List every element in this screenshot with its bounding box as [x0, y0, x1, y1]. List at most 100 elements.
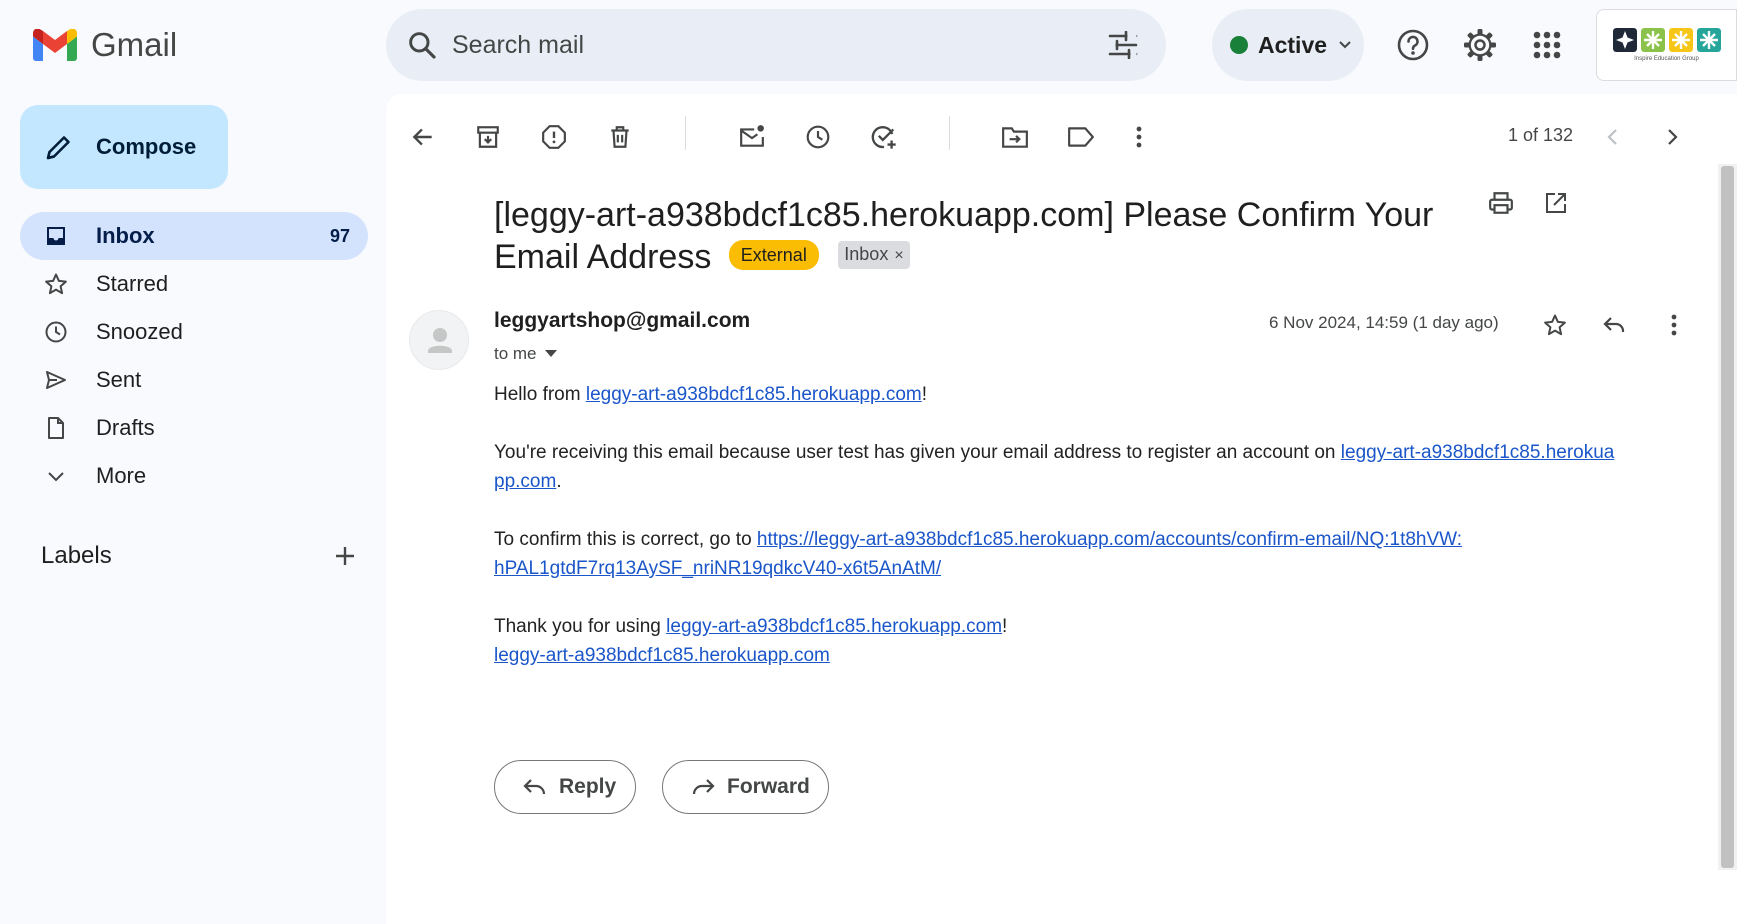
sidebar-item-sent[interactable]: Sent [20, 356, 368, 404]
toolbar-divider [685, 116, 686, 150]
delete-trash-icon[interactable] [599, 116, 641, 158]
confirm-email-link[interactable]: hPAL1gtdF7rq13AySF_nriNR19qdkcV40-x6t5An… [494, 558, 941, 579]
body-text: ! [1002, 616, 1008, 637]
sidebar-item-inbox[interactable]: Inbox 97 [20, 212, 368, 260]
add-task-icon[interactable] [863, 116, 905, 158]
settings-gear-icon[interactable] [1459, 24, 1501, 66]
site-link[interactable]: pp.com [494, 471, 556, 492]
message-more-icon[interactable] [1653, 304, 1695, 346]
unread-count: 97 [329, 225, 350, 246]
forward-button[interactable]: Forward [662, 760, 829, 814]
scrollbar-thumb[interactable] [1721, 166, 1734, 868]
body-paragraph: To confirm this is correct, go to https:… [494, 525, 1654, 583]
compose-button[interactable]: Compose [20, 105, 228, 189]
logo-tile-yellow [1668, 28, 1693, 52]
sidebar-item-label: Snoozed [96, 319, 183, 344]
sidebar-item-label: Starred [96, 271, 169, 296]
body-text: To confirm this is correct, go to [494, 529, 757, 550]
pencil-icon [44, 132, 74, 162]
site-link[interactable]: leggy-art-a938bdcf1c85.herokuapp.com [666, 616, 1002, 637]
confirm-email-link[interactable]: https://leggy-art-a938bdcf1c85.herokuapp… [757, 529, 1462, 550]
body-text: You're receiving this email because user… [494, 442, 1341, 463]
body-text: Hello from [494, 384, 586, 405]
reply-arrow-icon[interactable] [1593, 304, 1635, 346]
sidebar-item-label: Inbox [96, 223, 155, 248]
previous-email-icon[interactable] [1592, 116, 1634, 158]
gmail-m-icon [33, 29, 77, 61]
search-input[interactable] [452, 25, 1052, 65]
print-icon[interactable] [1480, 182, 1522, 224]
star-icon [44, 272, 68, 296]
mark-unread-icon[interactable] [731, 116, 773, 158]
site-link[interactable]: leggy-art-a938bdcf1c85.herokuapp.com [586, 384, 922, 405]
search-bar[interactable] [386, 9, 1166, 81]
email-subject: [leggy-art-a938bdcf1c85.herokuapp.com] P… [494, 194, 1494, 278]
sidebar-item-starred[interactable]: Starred [20, 260, 368, 308]
sidebar-item-drafts[interactable]: Drafts [20, 404, 368, 452]
chevron-down-icon [1337, 37, 1353, 53]
sidebar-item-snoozed[interactable]: Snoozed [20, 308, 368, 356]
sidebar-item-label: Sent [96, 367, 142, 392]
sender-email[interactable]: leggyartshop@gmail.com [494, 309, 750, 333]
sender-avatar[interactable] [409, 310, 469, 370]
scrollbar[interactable] [1718, 164, 1737, 870]
org-logo-tiles [1612, 28, 1721, 52]
next-email-icon[interactable] [1651, 116, 1693, 158]
caret-down-icon[interactable] [544, 350, 557, 358]
body-text: ! [921, 384, 928, 405]
organization-logo[interactable]: Inspire Education Group [1596, 9, 1737, 81]
add-label-icon[interactable] [333, 544, 357, 568]
body-paragraph: You're receiving this email because user… [494, 438, 1654, 496]
reply-arrow-icon [523, 776, 547, 798]
status-label: Active [1258, 31, 1328, 58]
recipient-details[interactable]: to me [494, 344, 557, 364]
more-options-icon[interactable] [1118, 116, 1160, 158]
email-date: 6 Nov 2024, 14:59 (1 day ago) [1269, 313, 1499, 332]
sidebar-nav: Inbox 97 Starred Snoozed Sent Drafts Mor… [20, 212, 368, 500]
org-logo-caption: Inspire Education Group [1634, 56, 1699, 62]
reply-button[interactable]: Reply [494, 760, 636, 814]
recipient-text: to me [494, 344, 537, 363]
archive-icon[interactable] [467, 116, 509, 158]
forward-arrow-icon [691, 776, 715, 798]
snooze-clock-icon[interactable] [797, 116, 839, 158]
sidebar-item-label: Drafts [96, 415, 155, 440]
labels-header: Labels [41, 542, 357, 570]
body-text: Thank you for using [494, 616, 667, 637]
help-icon[interactable] [1392, 24, 1434, 66]
email-view-panel: 1 of 132 [leggy-art-a938bdcf1c85.herokua… [386, 94, 1737, 924]
gmail-logo[interactable]: Gmail [33, 26, 177, 64]
star-icon[interactable] [1534, 304, 1576, 346]
label-tag-icon[interactable] [1060, 116, 1102, 158]
body-paragraph: Hello from leggy-art-a938bdcf1c85.heroku… [494, 380, 1654, 409]
chevron-down-icon [44, 464, 68, 488]
move-to-folder-icon[interactable] [994, 116, 1036, 158]
body-paragraph: Thank you for using leggy-art-a938bdcf1c… [494, 612, 1654, 670]
sidebar-item-label: More [96, 463, 147, 488]
compose-label: Compose [96, 134, 197, 159]
remove-label-icon[interactable]: × [894, 247, 903, 264]
status-selector[interactable]: Active [1212, 9, 1364, 81]
report-spam-icon[interactable] [533, 116, 575, 158]
status-dot [1230, 36, 1248, 54]
search-options-icon[interactable] [1108, 31, 1138, 59]
labels-title: Labels [41, 542, 112, 569]
search-icon[interactable] [406, 29, 438, 61]
site-link[interactable]: leggy-art-a938bdcf1c85.herokuapp.com [494, 645, 830, 666]
pagination-text: 1 of 132 [1508, 125, 1574, 145]
reply-label: Reply [559, 775, 617, 798]
sidebar-item-more[interactable]: More [20, 452, 368, 500]
site-link[interactable]: leggy-art-a938bdcf1c85.herokua [1341, 442, 1615, 463]
apps-grid-icon[interactable] [1526, 24, 1568, 66]
draft-icon [44, 416, 68, 440]
inbox-icon [44, 224, 68, 248]
send-icon [44, 368, 68, 392]
forward-label: Forward [727, 775, 810, 798]
inbox-label-text: Inbox [844, 244, 889, 265]
logo-tile-teal [1696, 28, 1721, 52]
open-in-new-window-icon[interactable] [1535, 182, 1577, 224]
back-arrow-icon[interactable] [402, 116, 444, 158]
toolbar-divider [949, 116, 950, 150]
logo-tile-green [1640, 28, 1665, 52]
inbox-label-chip: Inbox × [838, 241, 910, 270]
